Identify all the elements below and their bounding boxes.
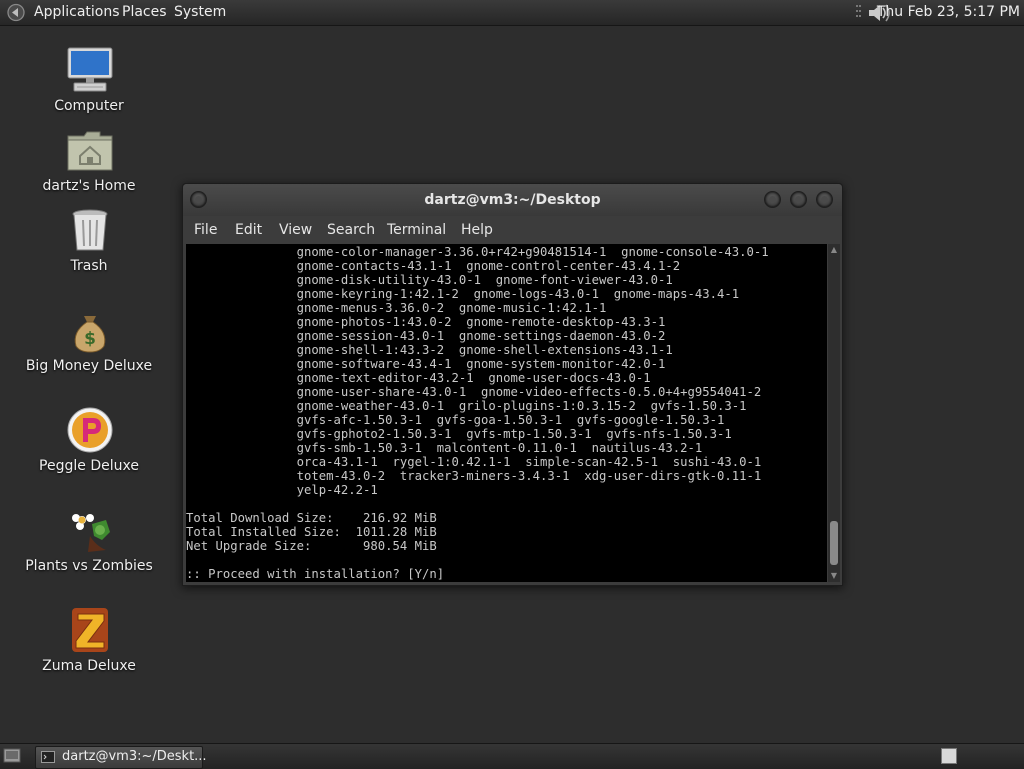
close-button[interactable] xyxy=(816,191,833,208)
minimize-button[interactable] xyxy=(764,191,781,208)
top-panel: Applications Places System Thu Feb 23, 5… xyxy=(0,0,1024,26)
terminal-line: gnome-user-share-43.0-1 gnome-video-effe… xyxy=(186,385,762,399)
scroll-up-arrow-icon[interactable]: ▲ xyxy=(828,244,840,256)
desktop-icon-peggle[interactable]: Peggle Deluxe xyxy=(24,406,154,478)
terminal-line: gnome-weather-43.0-1 grilo-plugins-1:0.3… xyxy=(186,399,747,413)
zuma-z-icon xyxy=(72,608,108,652)
terminal-line: gnome-color-manager-3.36.0+r42+g90481514… xyxy=(186,245,769,259)
terminal-line: gnome-photos-1:43.0-2 gnome-remote-deskt… xyxy=(186,315,666,329)
gnome-foot-icon[interactable] xyxy=(6,3,26,22)
menu-system[interactable]: System xyxy=(174,4,226,20)
menu-help[interactable]: Help xyxy=(461,222,493,238)
taskbar-window-button[interactable]: dartz@vm3:~/Deskt... xyxy=(35,746,207,769)
terminal-line: gvfs-gphoto2-1.50.3-1 gvfs-mtp-1.50.3-1 … xyxy=(186,427,732,441)
terminal-output[interactable]: gnome-color-manager-3.36.0+r42+g90481514… xyxy=(186,244,827,582)
terminal-line: Total Installed Size: 1011.28 MiB xyxy=(186,525,437,539)
home-folder-icon xyxy=(67,131,113,171)
desktop-icon-label: Trash xyxy=(70,258,108,274)
menu-edit[interactable]: Edit xyxy=(235,222,262,238)
terminal-line: gvfs-smb-1.50.3-1 malcontent-0.11.0-1 na… xyxy=(186,441,703,455)
terminal-window[interactable]: dartz@vm3:~/Desktop File Edit View Searc… xyxy=(182,183,843,586)
desktop-icon-trash[interactable]: Trash xyxy=(24,206,154,278)
desktop-icon-zuma[interactable]: Zuma Deluxe xyxy=(24,606,154,678)
computer-monitor-icon xyxy=(67,47,113,92)
window-titlebar[interactable]: dartz@vm3:~/Desktop xyxy=(183,184,842,216)
bottom-panel: dartz@vm3:~/Deskt... xyxy=(0,743,1024,769)
workspace-switcher[interactable] xyxy=(941,748,957,764)
menu-places[interactable]: Places xyxy=(122,4,167,20)
clock[interactable]: Thu Feb 23, 5:17 PM xyxy=(877,4,1020,20)
terminal-line: Net Upgrade Size: 980.54 MiB xyxy=(186,539,437,553)
terminal-line: gnome-keyring-1:42.1-2 gnome-logs-43.0-1… xyxy=(186,287,740,301)
terminal-line: yelp-42.2-1 xyxy=(186,483,378,497)
terminal-line: gvfs-afc-1.50.3-1 gvfs-goa-1.50.3-1 gvfs… xyxy=(186,413,725,427)
scroll-down-arrow-icon[interactable]: ▼ xyxy=(828,570,840,582)
desktop-icon-big-money[interactable]: $ Big Money Deluxe xyxy=(24,306,154,378)
terminal-line: gnome-session-43.0-1 gnome-settings-daem… xyxy=(186,329,666,343)
desktop-icon-label: Zuma Deluxe xyxy=(42,658,136,674)
show-desktop-icon[interactable] xyxy=(3,748,21,764)
svg-text:$: $ xyxy=(84,329,96,349)
menu-file[interactable]: File xyxy=(194,222,217,238)
menu-terminal[interactable]: Terminal xyxy=(387,222,446,238)
terminal-icon xyxy=(41,751,55,763)
terminal-line: Total Download Size: 216.92 MiB xyxy=(186,511,437,525)
terminal-line: :: Proceed with installation? [Y/n] xyxy=(186,567,445,581)
taskbar-window-label: dartz@vm3:~/Deskt... xyxy=(62,749,207,764)
maximize-button[interactable] xyxy=(790,191,807,208)
scrollbar-thumb[interactable] xyxy=(830,521,838,565)
terminal-line: gnome-contacts-43.1-1 gnome-control-cent… xyxy=(186,259,681,273)
desktop-icon-computer[interactable]: Computer xyxy=(24,46,154,118)
desktop-icon-label: Peggle Deluxe xyxy=(39,458,139,474)
terminal-line: orca-43.1-1 rygel-1:0.42.1-1 simple-scan… xyxy=(186,455,762,469)
desktop-icon-label: Computer xyxy=(54,98,124,114)
window-title: dartz@vm3:~/Desktop xyxy=(424,192,601,208)
menu-view[interactable]: View xyxy=(279,222,312,238)
desktop-icon-home[interactable]: dartz's Home xyxy=(24,126,154,198)
desktop-icon-plants-vs-zombies[interactable]: Plants vs Zombies xyxy=(24,506,154,578)
peggle-ball-icon xyxy=(67,407,113,453)
menu-search[interactable]: Search xyxy=(327,222,375,238)
terminal-line: gnome-disk-utility-43.0-1 gnome-font-vie… xyxy=(186,273,673,287)
panel-handle-icon xyxy=(856,5,861,17)
terminal-text: gnome-color-manager-3.36.0+r42+g90481514… xyxy=(186,245,769,581)
terminal-scrollbar[interactable]: ▲ ▼ xyxy=(828,244,840,582)
terminal-line: gnome-shell-1:43.3-2 gnome-shell-extensi… xyxy=(186,343,673,357)
plants-flower-icon xyxy=(72,514,110,552)
terminal-line: gnome-software-43.4-1 gnome-system-monit… xyxy=(186,357,666,371)
desktop-icon-label: Plants vs Zombies xyxy=(25,558,153,574)
terminal-line: gnome-menus-3.36.0-2 gnome-music-1:42.1-… xyxy=(186,301,607,315)
terminal-line: gnome-text-editor-43.2-1 gnome-user-docs… xyxy=(186,371,651,385)
desktop-icon-label: dartz's Home xyxy=(42,178,136,194)
terminal-line: totem-43.0-2 tracker3-miners-3.4.3-1 xdg… xyxy=(186,469,762,483)
trash-can-icon xyxy=(72,209,108,251)
desktop-icon-label: Big Money Deluxe xyxy=(25,358,153,374)
money-bag-icon: $ xyxy=(74,316,106,353)
menu-applications[interactable]: Applications xyxy=(34,4,120,20)
terminal-menubar: File Edit View Search Terminal Help xyxy=(183,216,842,242)
